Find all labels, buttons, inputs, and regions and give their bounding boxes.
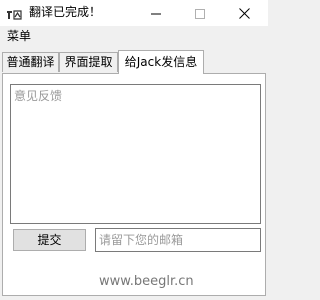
- title-bar[interactable]: 翻译已完成！: [0, 0, 268, 26]
- tab-ui-extract[interactable]: 界面提取: [59, 52, 118, 72]
- close-icon: [238, 4, 250, 23]
- feedback-placeholder: 意见反馈: [14, 89, 63, 103]
- email-placeholder: 请留下您的邮箱: [99, 233, 184, 247]
- feedback-textarea[interactable]: 意见反馈: [10, 84, 261, 224]
- tab-normal-translate[interactable]: 普通翻译: [2, 52, 59, 72]
- maximize-icon: [195, 4, 205, 23]
- menu-item-main[interactable]: 菜单: [7, 29, 31, 43]
- tab-message-jack[interactable]: 给Jack发信息: [118, 50, 204, 74]
- maximize-button[interactable]: [178, 0, 222, 26]
- menu-bar: 菜单: [0, 26, 268, 46]
- window-title: 翻译已完成！: [29, 5, 102, 19]
- tab-strip: 普通翻译 界面提取 给Jack发信息: [0, 50, 268, 74]
- minimize-icon: [151, 4, 161, 23]
- watermark-text: www.beeglr.cn: [99, 274, 194, 289]
- minimize-button[interactable]: [134, 0, 178, 26]
- email-input[interactable]: 请留下您的邮箱: [95, 228, 261, 252]
- close-button[interactable]: [222, 0, 266, 26]
- translator-app-icon: [6, 6, 22, 21]
- submit-button[interactable]: 提交: [13, 229, 86, 251]
- tab-panel: 意见反馈 提交 请留下您的邮箱 www.beeglr.cn: [2, 73, 266, 296]
